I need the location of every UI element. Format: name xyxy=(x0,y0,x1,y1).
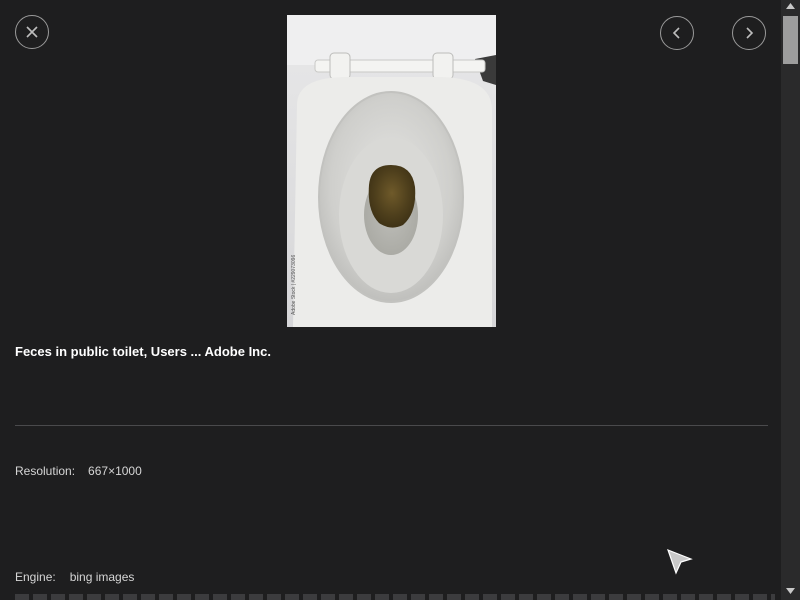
image-viewer: Adobe Stock | #229073096 Feces in public… xyxy=(0,0,800,600)
mouse-cursor-icon xyxy=(667,548,693,575)
chevron-left-icon xyxy=(672,27,680,39)
resolution-row: Resolution: 667×1000 xyxy=(15,464,142,478)
divider xyxy=(15,425,768,426)
resolution-value: 667×1000 xyxy=(88,464,142,478)
truncated-text-line xyxy=(15,594,775,600)
chevron-right-icon xyxy=(746,27,754,39)
scrollbar-thumb[interactable] xyxy=(783,16,798,64)
engine-row: Engine: bing images xyxy=(15,570,134,584)
previous-image-button[interactable] xyxy=(660,16,694,50)
resolution-label: Resolution: xyxy=(15,464,76,478)
next-image-button[interactable] xyxy=(732,16,766,50)
close-button[interactable] xyxy=(15,15,49,49)
engine-label: Engine: xyxy=(15,570,56,584)
image-title[interactable]: Feces in public toilet, Users ... Adobe … xyxy=(15,344,271,359)
scroll-down-arrow-icon[interactable] xyxy=(786,588,795,594)
image-watermark: Adobe Stock | #229073096 xyxy=(291,255,297,315)
scroll-up-arrow-icon[interactable] xyxy=(786,3,795,9)
scrollbar[interactable] xyxy=(781,0,800,600)
close-icon xyxy=(26,26,38,38)
preview-image[interactable]: Adobe Stock | #229073096 xyxy=(287,15,496,327)
engine-value: bing images xyxy=(69,570,135,584)
